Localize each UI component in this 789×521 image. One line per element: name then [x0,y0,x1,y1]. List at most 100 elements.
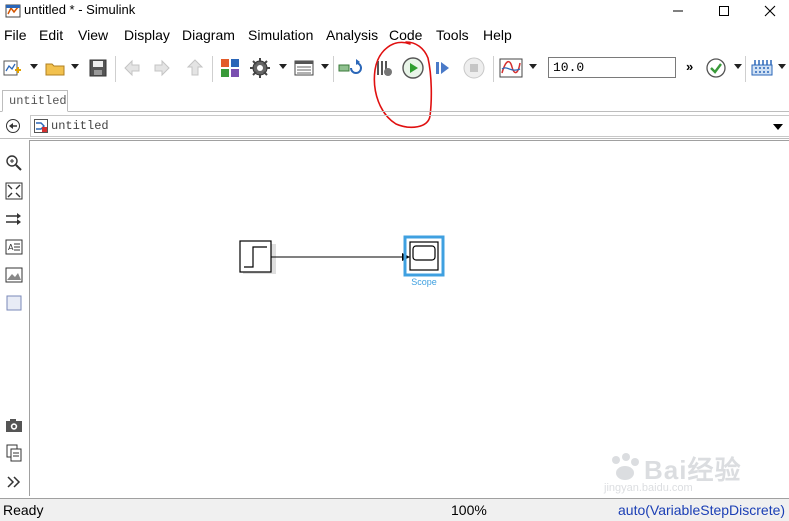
fit-to-view-icon [5,182,23,200]
breadcrumb-dropdown-icon[interactable] [773,124,783,130]
route-lines-button[interactable] [4,209,24,229]
minimize-icon [673,10,683,12]
stop-button[interactable] [462,56,486,80]
stop-icon [463,57,485,79]
model-diagram: Scope [239,235,445,287]
build-button[interactable] [750,56,774,80]
scope-screen-icon [412,245,436,261]
image-icon [5,267,23,283]
route-arrows-icon [6,213,21,225]
annotation-button[interactable]: A [4,237,24,257]
tab-untitled[interactable]: untitled [2,90,68,112]
build-dropdown-icon[interactable] [778,64,786,69]
screenshot-button[interactable] [4,415,24,435]
forward-button[interactable] [150,56,174,80]
model-settings-dropdown-icon[interactable] [279,64,287,69]
menu-edit[interactable]: Edit [39,27,63,43]
menu-tools[interactable]: Tools [436,27,469,43]
left-palette: A [0,140,29,496]
status-zoom: 100% [451,502,487,518]
new-model-button[interactable] [0,56,24,80]
new-model-dropdown-icon[interactable] [30,64,38,69]
model-explorer-dropdown-icon[interactable] [321,64,329,69]
toolbar-separator [115,56,116,82]
breadcrumb: untitled [0,113,789,139]
library-browser-button[interactable] [218,56,242,80]
step-block[interactable] [239,240,276,274]
step-forward-button[interactable] [431,56,455,80]
fit-to-view-button[interactable] [4,181,24,201]
simulation-data-inspector-button[interactable] [499,56,523,80]
menu-code[interactable]: Code [389,27,422,43]
step-forward-icon [436,62,449,74]
update-diagram-button[interactable] [338,56,362,80]
maximize-icon [719,6,729,16]
model-explorer-icon [294,60,314,76]
menu-bar: File Edit View Display Diagram Simulatio… [0,24,789,46]
arrow-up-icon [186,59,204,76]
status-solver-link[interactable]: auto(VariableStepDiscrete) [618,502,785,518]
signal-plot-icon [499,58,523,78]
back-button[interactable] [120,56,144,80]
svg-text:A: A [8,243,14,252]
stepper-icon [377,61,392,76]
scope-block[interactable] [403,235,445,277]
breadcrumb-path-box[interactable]: untitled [30,115,789,137]
toolbar-separator [493,56,494,82]
open-dropdown-icon[interactable] [71,64,79,69]
hide-show-browser-icon[interactable] [5,118,21,134]
toolbar-overflow-button[interactable]: » [686,59,693,74]
scope-block-label[interactable]: Scope [411,277,437,287]
arrow-left-icon [124,59,140,77]
signal-line[interactable] [271,253,410,261]
zoom-icon [6,155,22,171]
model-canvas[interactable]: Scope [29,140,789,496]
minimize-button[interactable] [656,0,700,22]
image-annotation-button[interactable] [4,265,24,285]
menu-diagram[interactable]: Diagram [182,27,235,43]
folder-icon [45,63,65,76]
area-button[interactable] [4,293,24,313]
checkmark-icon [706,58,726,78]
data-inspector-dropdown-icon[interactable] [529,64,537,69]
save-button[interactable] [86,56,110,80]
library-browser-icon [221,59,239,77]
double-chevron-right-icon [7,476,21,488]
menu-simulation[interactable]: Simulation [248,27,313,43]
menu-analysis[interactable]: Analysis [326,27,378,43]
model-settings-button[interactable] [248,56,272,80]
model-explorer-button[interactable] [292,56,316,80]
refresh-icon [338,59,362,74]
stop-time-input[interactable] [548,57,676,78]
model-icon [34,119,48,133]
model-advisor-dropdown-icon[interactable] [734,64,742,69]
status-state: Ready [3,502,44,518]
build-grid-icon [751,60,773,76]
close-button[interactable] [748,0,789,22]
close-icon [764,5,776,17]
breadcrumb-path[interactable]: untitled [51,119,109,133]
up-button[interactable] [183,56,207,80]
menu-view[interactable]: View [78,27,108,43]
expand-palette-button[interactable] [4,472,24,492]
toolbar-separator [745,56,746,82]
save-icon [89,59,107,77]
status-bar: Ready 100% auto(VariableStepDiscrete) [0,498,789,521]
model-tab-strip: untitled [0,90,789,112]
open-button[interactable] [43,56,67,80]
model-browser-button[interactable] [4,443,24,463]
simulation-stepper-button[interactable] [372,56,396,80]
menu-help[interactable]: Help [483,27,512,43]
area-icon [6,295,22,311]
menu-file[interactable]: File [4,27,27,43]
gear-icon [250,58,270,78]
menu-display[interactable]: Display [124,27,170,43]
run-button[interactable] [401,56,425,80]
model-advisor-button[interactable] [704,56,728,80]
toolbar-separator [333,56,334,82]
text-annotation-icon: A [5,239,23,255]
model-browser-icon [6,444,22,462]
maximize-button[interactable] [702,0,746,22]
zoom-button[interactable] [4,153,24,173]
title-bar: untitled * - Simulink [0,0,789,22]
